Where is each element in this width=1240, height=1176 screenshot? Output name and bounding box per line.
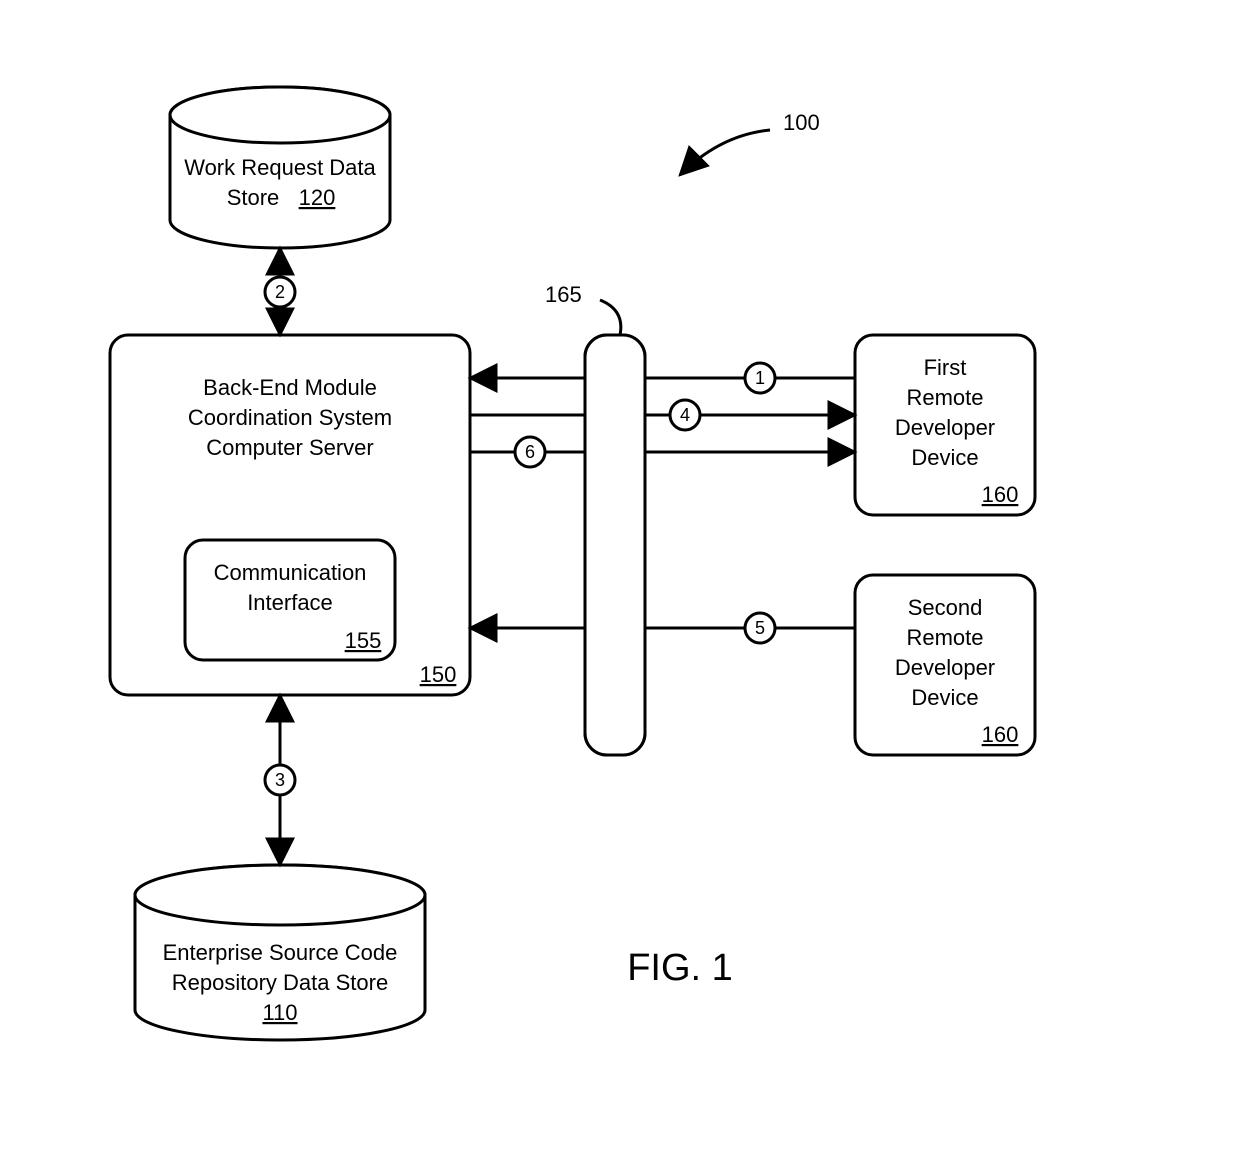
second-dev-box: Second Remote Developer Device 160 bbox=[855, 575, 1035, 755]
db-bot-ref: 110 bbox=[262, 1000, 297, 1025]
dev2-l3: Developer bbox=[895, 655, 995, 680]
dev2-ref: 160 bbox=[982, 722, 1019, 747]
step-4: 4 bbox=[680, 405, 690, 425]
dev1-l2: Remote bbox=[906, 385, 983, 410]
middle-bar-overlay bbox=[585, 335, 645, 755]
step-6: 6 bbox=[525, 442, 535, 462]
step-1: 1 bbox=[755, 368, 765, 388]
db-top-ref: 120 bbox=[299, 185, 336, 210]
ref-165: 165 bbox=[545, 282, 582, 307]
dev2-l2: Remote bbox=[906, 625, 983, 650]
comm-interface-box: Communication Interface 155 bbox=[185, 540, 395, 660]
dev1-l4: Device bbox=[911, 445, 978, 470]
db-top-line1: Work Request Data bbox=[184, 155, 376, 180]
dev2-l4: Device bbox=[911, 685, 978, 710]
server-line3: Computer Server bbox=[206, 435, 374, 460]
server-line1: Back-End Module bbox=[203, 375, 377, 400]
first-dev-box: First Remote Developer Device 160 bbox=[855, 335, 1035, 515]
figure-label: FIG. 1 bbox=[627, 947, 733, 989]
dev1-l1: First bbox=[924, 355, 967, 380]
dev1-ref: 160 bbox=[982, 482, 1019, 507]
step-3: 3 bbox=[275, 770, 285, 790]
db-bot-line1: Enterprise Source Code bbox=[163, 940, 398, 965]
db-bot-line2: Repository Data Store bbox=[172, 970, 388, 995]
dev2-l1: Second bbox=[908, 595, 983, 620]
comm-ref: 155 bbox=[345, 628, 382, 653]
comm-line2: Interface bbox=[247, 590, 333, 615]
connector-1: 1 bbox=[470, 363, 855, 393]
comm-line1: Communication bbox=[214, 560, 367, 585]
connector-4: 4 bbox=[470, 400, 855, 430]
db-work-request: Work Request Data Store 120 bbox=[170, 87, 390, 248]
connector-3: 3 bbox=[265, 695, 295, 865]
connector-5: 5 bbox=[470, 613, 855, 643]
connector-6: 6 bbox=[470, 437, 855, 467]
step-2: 2 bbox=[275, 282, 285, 302]
connector-2: 2 bbox=[265, 248, 295, 335]
server-box: Back-End Module Coordination System Comp… bbox=[110, 335, 470, 695]
db-enterprise: Enterprise Source Code Repository Data S… bbox=[135, 865, 425, 1040]
callout-100: 100 bbox=[680, 110, 820, 175]
diagram-canvas: 100 Work Request Data Store 120 Back-End… bbox=[0, 0, 1240, 1176]
server-line2: Coordination System bbox=[188, 405, 392, 430]
callout-165: 165 bbox=[545, 282, 621, 335]
server-ref: 150 bbox=[420, 662, 457, 687]
ref-100: 100 bbox=[783, 110, 820, 135]
db-top-line2: Store bbox=[227, 185, 280, 210]
step-5: 5 bbox=[755, 618, 765, 638]
dev1-l3: Developer bbox=[895, 415, 995, 440]
